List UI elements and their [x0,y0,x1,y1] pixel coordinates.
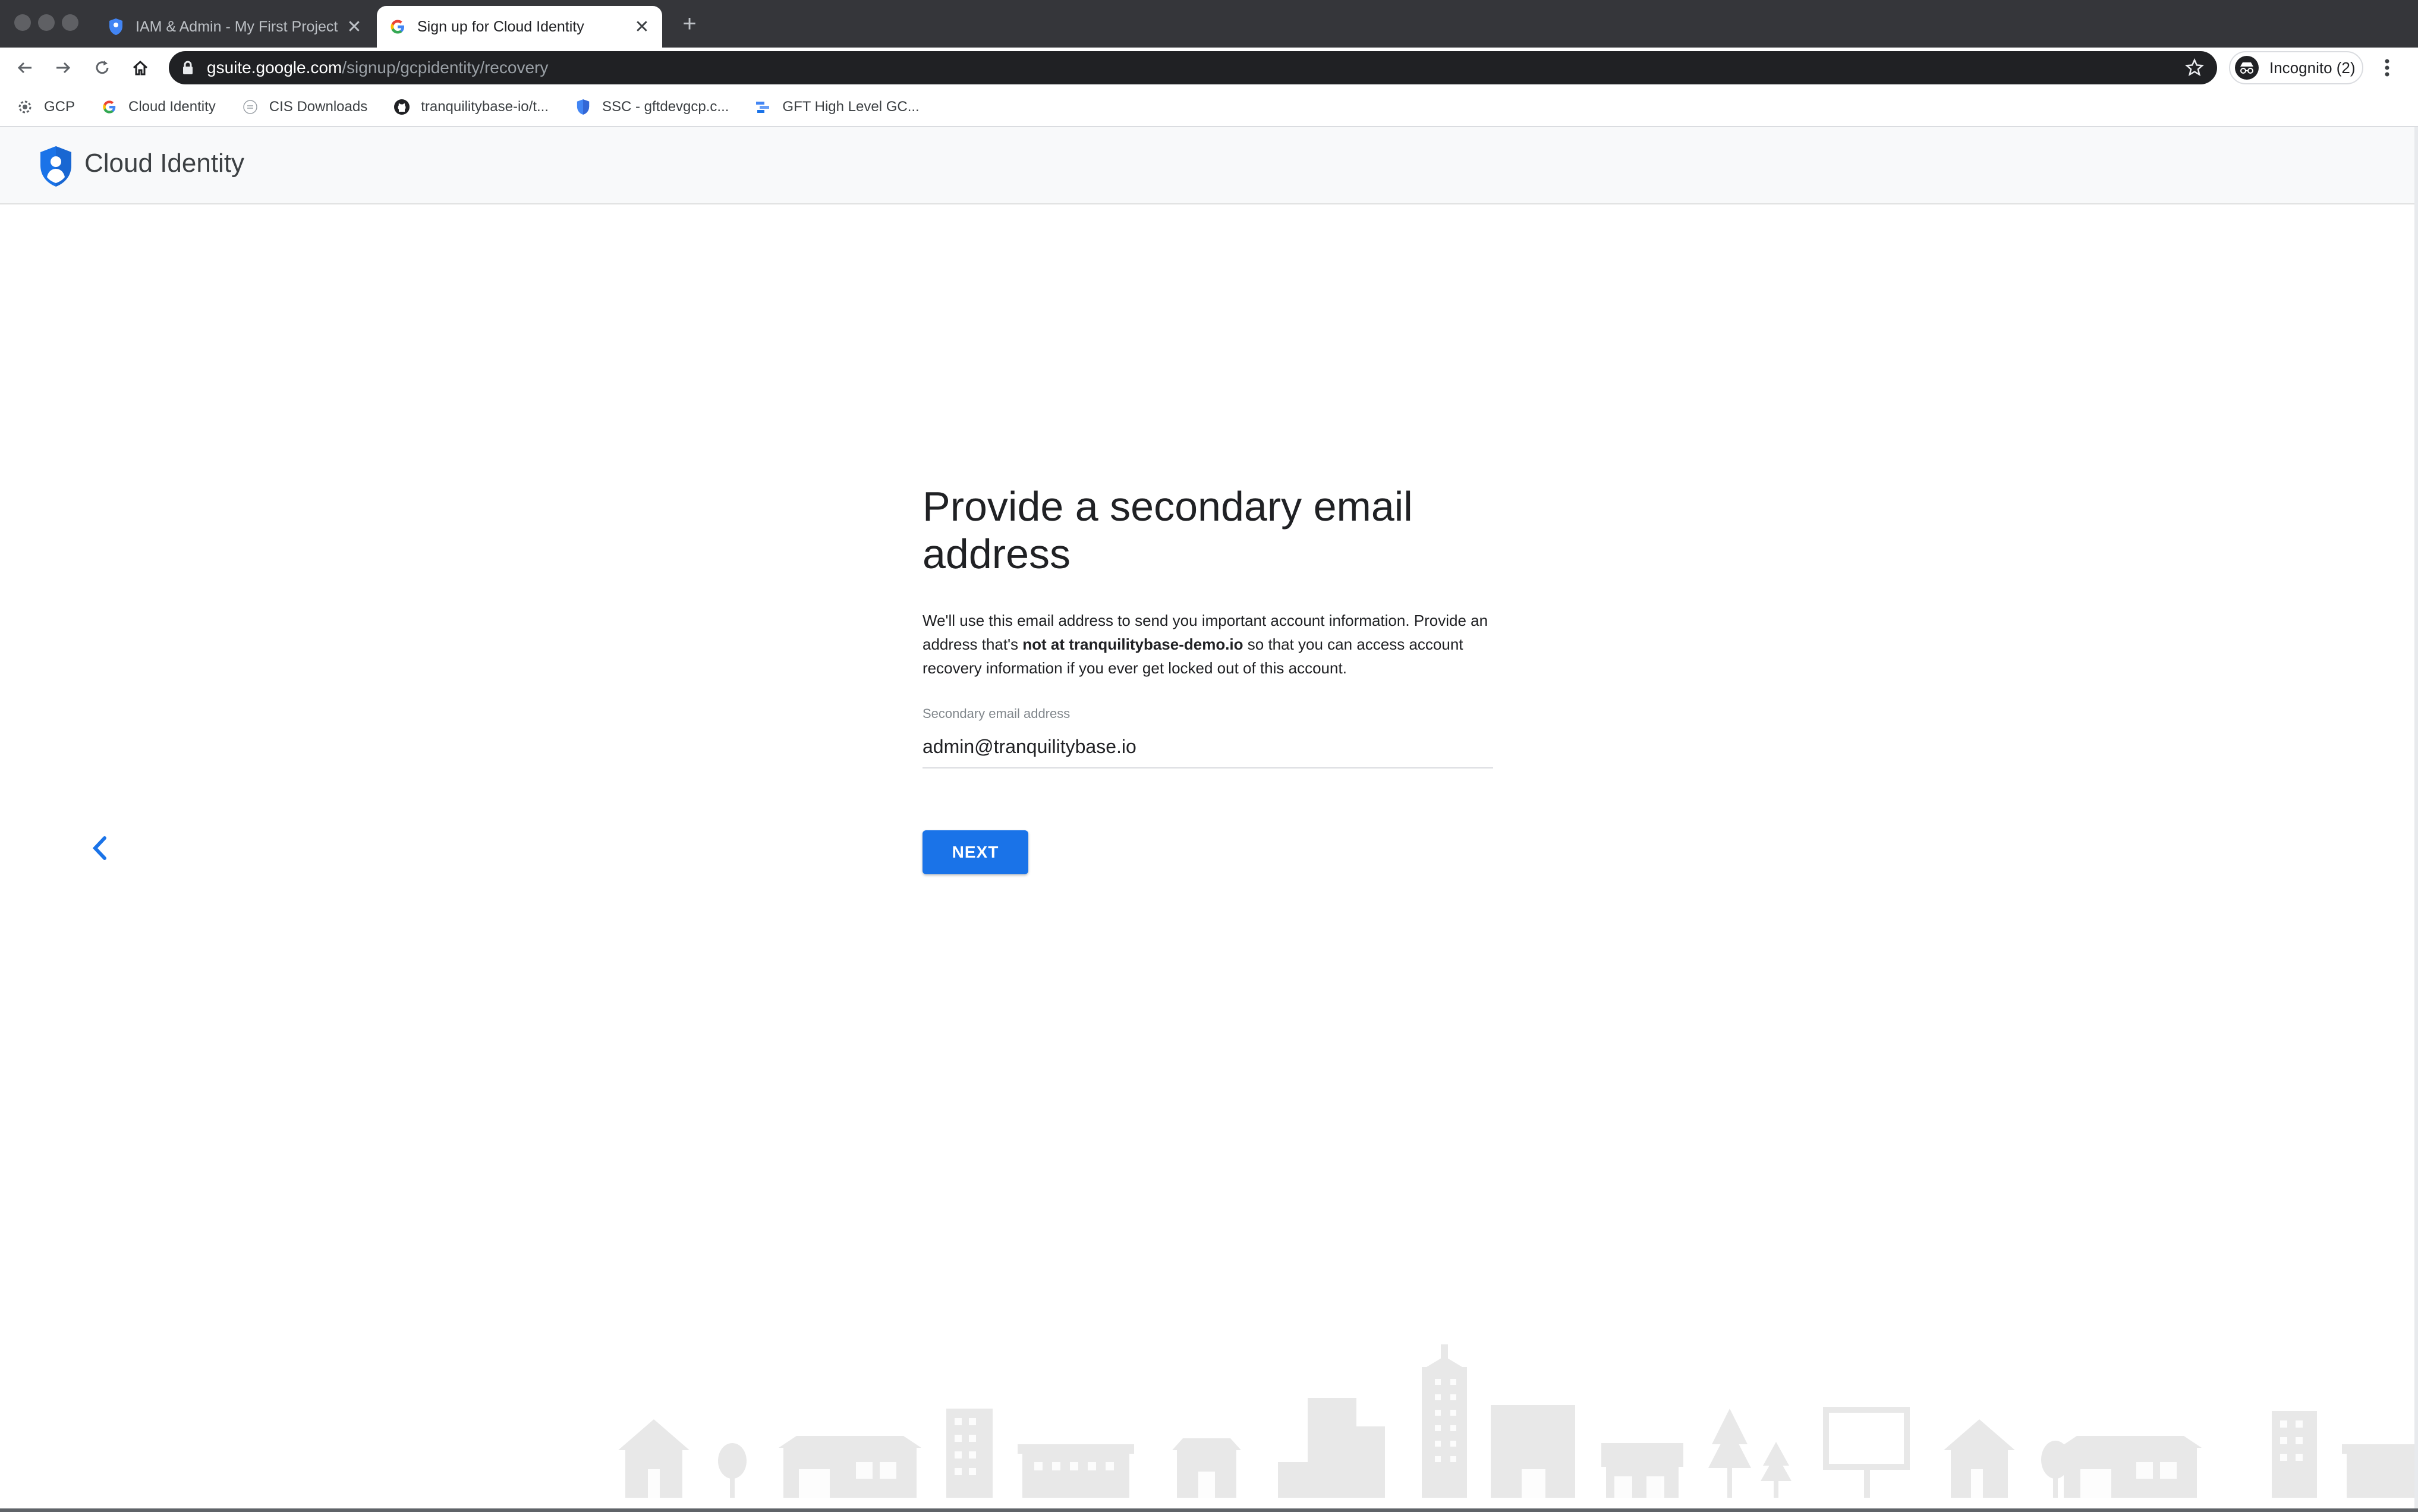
google-g-icon [389,18,407,36]
bookmark-label: tranquilitybase-io/t... [421,99,549,115]
window-bottom-border [0,1508,2418,1512]
close-tab-icon[interactable]: ✕ [342,17,366,37]
bookmark-github[interactable]: tranquilitybase-io/t... [393,99,549,115]
bookmark-label: GCP [44,99,75,115]
bookmark-gcp[interactable]: GCP [17,99,75,115]
tab-title: Sign up for Cloud Identity [417,18,584,35]
back-icon[interactable] [12,55,38,81]
incognito-icon [2235,56,2259,80]
cloud-identity-logo-icon [38,145,74,188]
secondary-email-label: Secondary email address [923,706,1071,721]
browser-toolbar: gsuite.google.com/signup/gcpidentity/rec… [0,48,2418,88]
incognito-profile-button[interactable]: Incognito (2) [2229,51,2363,84]
app-brand-title: Cloud Identity [84,149,245,178]
window-zoom-dot[interactable] [62,14,78,31]
gear-icon [17,99,33,115]
shield-icon [575,99,591,115]
cis-icon [242,99,259,115]
page-right-edge [2414,127,2418,1512]
new-tab-icon[interactable]: + [678,11,701,37]
city-skyline-illustration [618,1344,2418,1498]
url-path: /signup/gcpidentity/recovery [342,58,549,77]
secondary-email-field: Secondary email address [923,706,1493,768]
tab-iam-admin[interactable]: IAM & Admin - My First Project - ✕ [95,6,374,48]
secondary-email-input[interactable] [923,729,1493,768]
forward-icon[interactable] [50,55,76,81]
lock-icon[interactable] [182,59,196,76]
cloud-icon [755,99,772,115]
description-bold-domain: not at tranquilitybase-demo.io [1022,635,1243,653]
app-header: Cloud Identity [0,127,2418,204]
tab-title: IAM & Admin - My First Project - [136,18,342,35]
bookmark-ssc[interactable]: SSC - gftdevgcp.c... [575,99,729,115]
google-g-icon [101,99,118,115]
next-button[interactable]: NEXT [923,830,1028,874]
github-icon [393,99,410,115]
bookmark-label: CIS Downloads [269,99,368,115]
window-minimize-dot[interactable] [38,14,55,31]
page-title: Provide a secondary email address [923,483,1413,577]
bookmark-cis-downloads[interactable]: CIS Downloads [242,99,367,115]
url-host: gsuite.google.com [207,58,342,77]
bookmark-cloud-identity[interactable]: Cloud Identity [101,99,216,115]
url-text: gsuite.google.com/signup/gcpidentity/rec… [207,58,548,77]
bookmark-gft[interactable]: GFT High Level GC... [755,99,920,115]
address-bar[interactable]: gsuite.google.com/signup/gcpidentity/rec… [169,51,2217,84]
shield-icon [107,18,125,36]
bookmark-label: GFT High Level GC... [782,99,920,115]
close-tab-icon[interactable]: ✕ [630,17,654,37]
form-description: We'll use this email address to send you… [923,609,1493,680]
home-icon[interactable] [127,55,153,81]
bookmarks-bar: GCP Cloud Identity CIS Downloads tranqui… [0,88,2418,127]
incognito-label: Incognito (2) [2269,58,2356,77]
tab-cloud-identity-signup[interactable]: Sign up for Cloud Identity ✕ [377,6,662,48]
reload-icon[interactable] [89,55,115,81]
bookmark-label: Cloud Identity [128,99,216,115]
browser-menu-icon[interactable] [2381,56,2393,80]
browser-tabstrip: IAM & Admin - My First Project - ✕ Sign … [0,0,2418,48]
back-chevron-icon[interactable] [88,833,112,863]
bookmark-label: SSC - gftdevgcp.c... [602,99,729,115]
bookmark-star-icon[interactable] [2184,58,2205,77]
window-close-dot[interactable] [14,14,31,31]
recovery-form: Provide a secondary email address We'll … [923,483,1493,874]
